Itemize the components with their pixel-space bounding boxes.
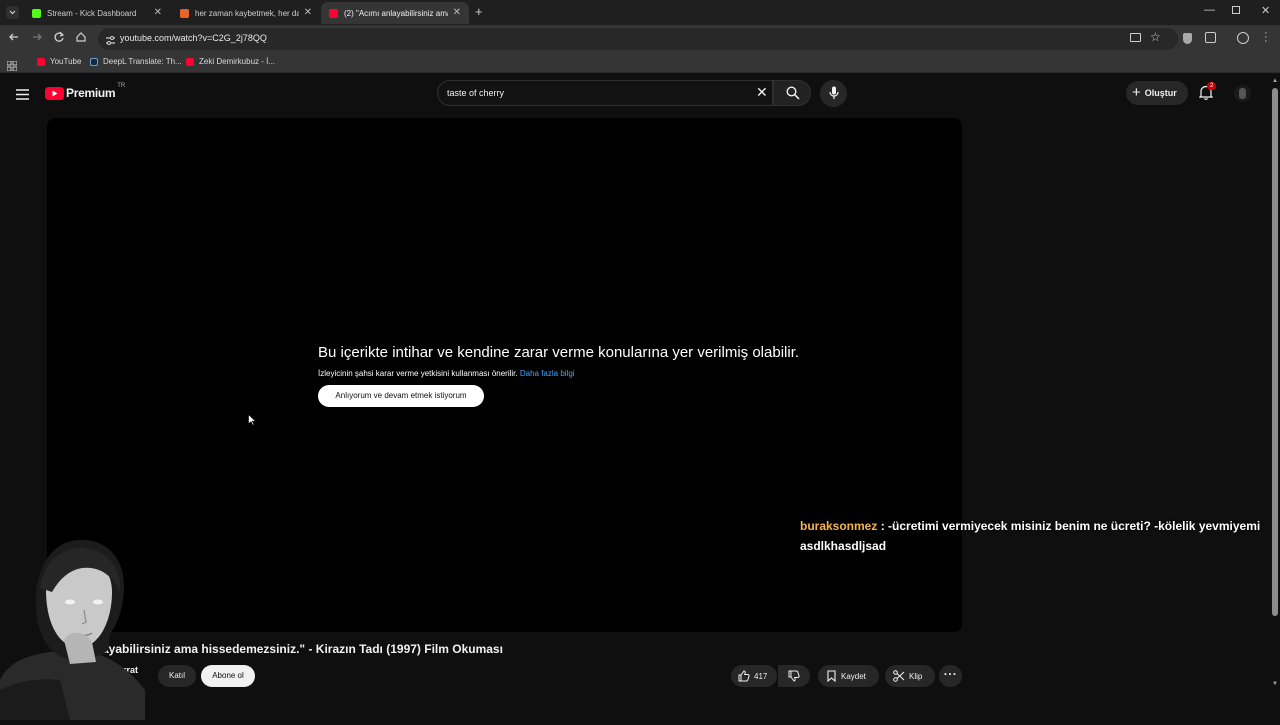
extension-shield-icon[interactable] — [1183, 33, 1192, 44]
microphone-icon — [829, 86, 839, 99]
more-icon: ··· — [943, 667, 958, 681]
bookmark-youtube[interactable]: YouTube — [37, 57, 81, 66]
bookmark-zeki-demirkubuz[interactable]: Zeki Demirkubuz - İ... — [186, 57, 275, 66]
notifications-button[interactable]: 2 — [1198, 82, 1217, 101]
continue-watching-button[interactable]: Anlıyorum ve devam etmek istiyorum — [318, 385, 484, 407]
scissors-icon — [893, 670, 905, 682]
deepl-favicon-icon — [90, 57, 98, 66]
search-icon — [786, 86, 800, 100]
region-code: TR — [117, 83, 126, 89]
tab-blogger[interactable]: her zaman kaybetmek, her darı ✕ — [172, 2, 320, 24]
save-icon — [827, 670, 836, 682]
site-info-icon[interactable] — [105, 33, 116, 51]
forward-icon[interactable] — [31, 31, 43, 46]
url-text[interactable]: youtube.com/watch?v=C2G_2j78QQ — [120, 33, 267, 43]
create-label: Oluştur — [1144, 88, 1177, 98]
tab-youtube-video[interactable]: (2) "Acımı anlayabilirsiniz ama h ✕ — [321, 2, 469, 24]
clear-search-icon[interactable]: ✕ — [756, 84, 768, 101]
more-actions-button[interactable]: ··· — [939, 665, 962, 687]
home-icon[interactable] — [75, 31, 87, 46]
subscribe-button[interactable]: Abone ol — [201, 665, 255, 687]
voice-search-button[interactable] — [820, 80, 847, 107]
save-button[interactable]: Kaydet — [818, 665, 879, 687]
search-box[interactable]: taste of cherry ✕ — [437, 80, 773, 106]
bookmark-star-icon[interactable]: ☆ — [1150, 30, 1161, 44]
install-app-icon[interactable] — [1130, 33, 1141, 42]
notification-count-badge: 2 — [1207, 82, 1217, 90]
search-input[interactable]: taste of cherry — [447, 88, 504, 98]
bookmark-label: Zeki Demirkubuz - İ... — [199, 57, 276, 66]
video-title: ayabilirsiniz ama hissedemezsiniz." - Ki… — [102, 642, 503, 656]
scroll-down-arrow-icon[interactable]: ▼ — [1272, 681, 1278, 687]
back-icon[interactable] — [8, 31, 20, 46]
close-tab-icon[interactable]: ✕ — [453, 7, 461, 18]
browser-tab-bar: Stream - Kick Dashboard ✕ her zaman kayb… — [0, 0, 1280, 25]
bookmark-label: DeepL Translate: Th... — [103, 57, 182, 66]
maximize-icon[interactable] — [1232, 6, 1240, 14]
chat-username: buraksonmez — [800, 519, 878, 533]
new-tab-icon[interactable]: + — [475, 4, 483, 19]
join-button[interactable]: Katıl — [158, 665, 196, 687]
minimize-icon[interactable]: — — [1204, 4, 1215, 16]
profile-icon[interactable] — [1237, 32, 1249, 44]
thumbs-down-icon — [788, 670, 800, 682]
clip-label: Klip — [909, 671, 923, 681]
logo-text: Premium — [66, 86, 116, 100]
reload-icon[interactable] — [53, 31, 65, 46]
search-button[interactable] — [773, 80, 811, 106]
bookmark-label: YouTube — [50, 57, 82, 66]
content-warning-title: Bu içerikte intihar ve kendine zarar ver… — [318, 344, 800, 361]
clip-button[interactable]: Klip — [885, 665, 935, 687]
tab-title: Stream - Kick Dashboard — [47, 8, 137, 18]
kick-favicon-icon — [32, 8, 41, 18]
avatar-figure — [1239, 88, 1246, 99]
close-window-icon[interactable]: ✕ — [1261, 4, 1270, 17]
close-tab-icon[interactable]: ✕ — [154, 7, 162, 18]
bookmarks-bar: YouTube DeepL Translate: Th... Zeki Demi… — [0, 53, 1280, 73]
bookmark-deepl[interactable]: DeepL Translate: Th... — [90, 57, 182, 66]
youtube-favicon-icon — [186, 57, 194, 66]
stream-chat-message: buraksonmez : -ücretimi vermiyecek misin… — [800, 516, 1275, 556]
close-tab-icon[interactable]: ✕ — [304, 7, 312, 18]
thumbs-up-icon — [738, 670, 750, 682]
like-button[interactable]: 417 — [731, 665, 777, 687]
blogger-favicon-icon — [180, 8, 189, 18]
page-scrollbar-thumb[interactable] — [1272, 88, 1278, 616]
hamburger-menu-icon[interactable] — [16, 87, 29, 105]
youtube-premium-logo[interactable]: Premium TR — [45, 83, 126, 100]
youtube-favicon-icon — [329, 8, 338, 18]
youtube-play-icon — [45, 86, 64, 100]
browser-menu-icon[interactable]: · · · — [1264, 28, 1268, 47]
save-label: Kaydet — [841, 671, 866, 681]
webcam-overlay — [0, 530, 148, 720]
tab-kick-dashboard[interactable]: Stream - Kick Dashboard ✕ — [24, 2, 170, 24]
content-warning-text: İzleyicinin şahsi karar verme yetkisini … — [318, 369, 518, 378]
tab-search-icon[interactable] — [6, 6, 19, 19]
tab-title: her zaman kaybetmek, her darı — [195, 8, 299, 18]
content-warning-subtitle: İzleyicinin şahsi karar verme yetkisini … — [318, 369, 575, 378]
create-button[interactable]: + Oluştur — [1126, 81, 1188, 105]
scroll-up-arrow-icon[interactable]: ▲ — [1272, 78, 1278, 84]
mouse-cursor-icon — [248, 413, 257, 431]
extensions-puzzle-icon[interactable] — [1205, 32, 1216, 43]
learn-more-link[interactable]: Daha fazla bilgi — [520, 369, 575, 378]
account-avatar[interactable] — [1234, 85, 1251, 102]
youtube-favicon-icon — [37, 57, 45, 66]
address-toolbar: youtube.com/watch?v=C2G_2j78QQ ☆ · · · — [0, 25, 1280, 53]
omnibox[interactable]: youtube.com/watch?v=C2G_2j78QQ ☆ — [98, 28, 1178, 50]
dislike-button[interactable] — [778, 665, 810, 687]
plus-icon: + — [1132, 84, 1141, 101]
like-count: 417 — [754, 671, 768, 681]
tab-title: (2) "Acımı anlayabilirsiniz ama h — [344, 8, 448, 18]
